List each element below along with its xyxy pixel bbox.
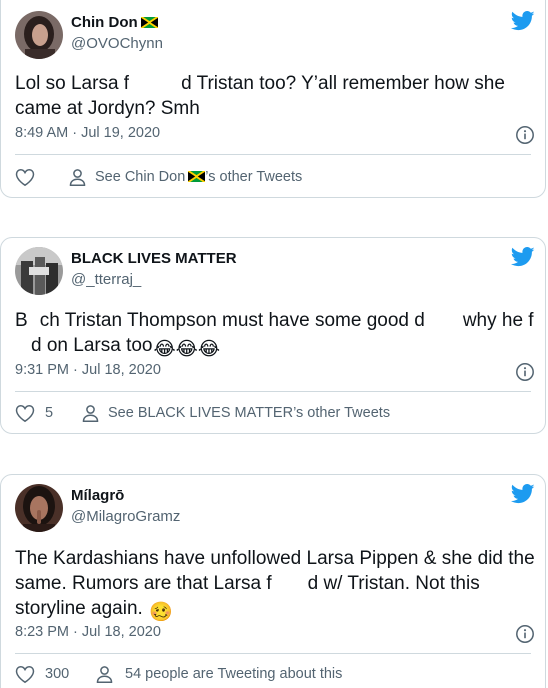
tweet-card[interactable]: BLACK LIVES MATTER @_tterraj_ Bch Trista… xyxy=(0,237,546,434)
tweet-text: The Kardashians have unfollowed Larsa Pi… xyxy=(15,548,535,623)
heart-icon[interactable] xyxy=(15,665,35,684)
divider xyxy=(15,653,531,654)
jamaica-flag-icon xyxy=(140,15,159,30)
tweet-actions: 300 54 people are Tweeting about this xyxy=(15,664,535,686)
author-name[interactable]: Chin Don xyxy=(71,14,159,31)
see-other-tweets-link[interactable]: See Chin Don’s other Tweets xyxy=(95,169,302,185)
twitter-bird-icon[interactable] xyxy=(510,484,535,504)
author-handle[interactable]: @MilagroGramz xyxy=(71,508,180,525)
tweet-timestamp[interactable]: 8:23 PM · Jul 18, 2020 xyxy=(15,624,161,640)
like-count[interactable]: 300 xyxy=(45,666,69,682)
tweet-text: Lol so Larsa fd Tristan too? Y’all remem… xyxy=(15,73,505,119)
tweet-timestamp-row: 8:23 PM · Jul 18, 2020 xyxy=(15,624,535,644)
tweet-text: Bch Tristan Thompson must have some good… xyxy=(15,310,534,360)
author-name[interactable]: Mílagrō xyxy=(71,487,124,504)
tweet-timestamp-row: 9:31 PM · Jul 18, 2020 xyxy=(15,362,535,382)
tweet-header: Chin Don @OVOChynn xyxy=(15,11,535,63)
jamaica-flag-icon xyxy=(187,169,206,184)
avatar[interactable] xyxy=(15,11,63,59)
redaction-mark xyxy=(27,310,40,331)
tweet-card[interactable]: Mílagrō @MilagroGramz The Kardashians ha… xyxy=(0,474,546,688)
tweeting-about-link[interactable]: 54 people are Tweeting about this xyxy=(125,666,342,682)
see-other-tweets-link[interactable]: See BLACK LIVES MATTER’s other Tweets xyxy=(108,405,390,421)
info-icon[interactable] xyxy=(515,624,535,644)
tweet-timestamp[interactable]: 9:31 PM · Jul 18, 2020 xyxy=(15,362,161,378)
author-name[interactable]: BLACK LIVES MATTER xyxy=(71,250,237,267)
twitter-bird-icon[interactable] xyxy=(510,11,535,31)
author-name-text: Chin Don xyxy=(71,14,138,31)
tweet-header: BLACK LIVES MATTER @_tterraj_ xyxy=(15,247,535,299)
laughing-emoji: 😂😂😂 xyxy=(153,339,221,360)
redaction-mark xyxy=(129,73,182,94)
person-icon xyxy=(95,665,114,684)
tweet-timestamp-row: 8:49 AM · Jul 19, 2020 xyxy=(15,125,535,145)
twitter-bird-icon[interactable] xyxy=(510,247,535,267)
heart-icon[interactable] xyxy=(15,404,35,423)
info-icon[interactable] xyxy=(515,125,535,145)
tweet-card[interactable]: Chin Don @OVOChynn Lol so Larsa fd Trist… xyxy=(0,0,546,198)
author-handle[interactable]: @OVOChynn xyxy=(71,35,163,52)
redaction-mark xyxy=(271,573,308,594)
tweet-header: Mílagrō @MilagroGramz xyxy=(15,484,535,536)
redaction-mark xyxy=(424,310,463,331)
divider xyxy=(15,154,531,155)
avatar[interactable] xyxy=(15,247,63,295)
woozy-face-emoji: 🥴 xyxy=(149,602,173,623)
redaction-mark xyxy=(15,335,31,356)
person-icon xyxy=(68,168,87,187)
info-icon[interactable] xyxy=(515,362,535,382)
divider xyxy=(15,391,531,392)
avatar[interactable] xyxy=(15,484,63,532)
tweet-timestamp[interactable]: 8:49 AM · Jul 19, 2020 xyxy=(15,125,160,141)
person-icon xyxy=(81,404,100,423)
tweet-actions: See Chin Don’s other Tweets xyxy=(15,167,535,189)
author-handle[interactable]: @_tterraj_ xyxy=(71,271,141,288)
heart-icon[interactable] xyxy=(15,168,35,187)
like-count[interactable]: 5 xyxy=(45,405,53,421)
tweet-actions: 5 See BLACK LIVES MATTER’s other Tweets xyxy=(15,403,535,425)
